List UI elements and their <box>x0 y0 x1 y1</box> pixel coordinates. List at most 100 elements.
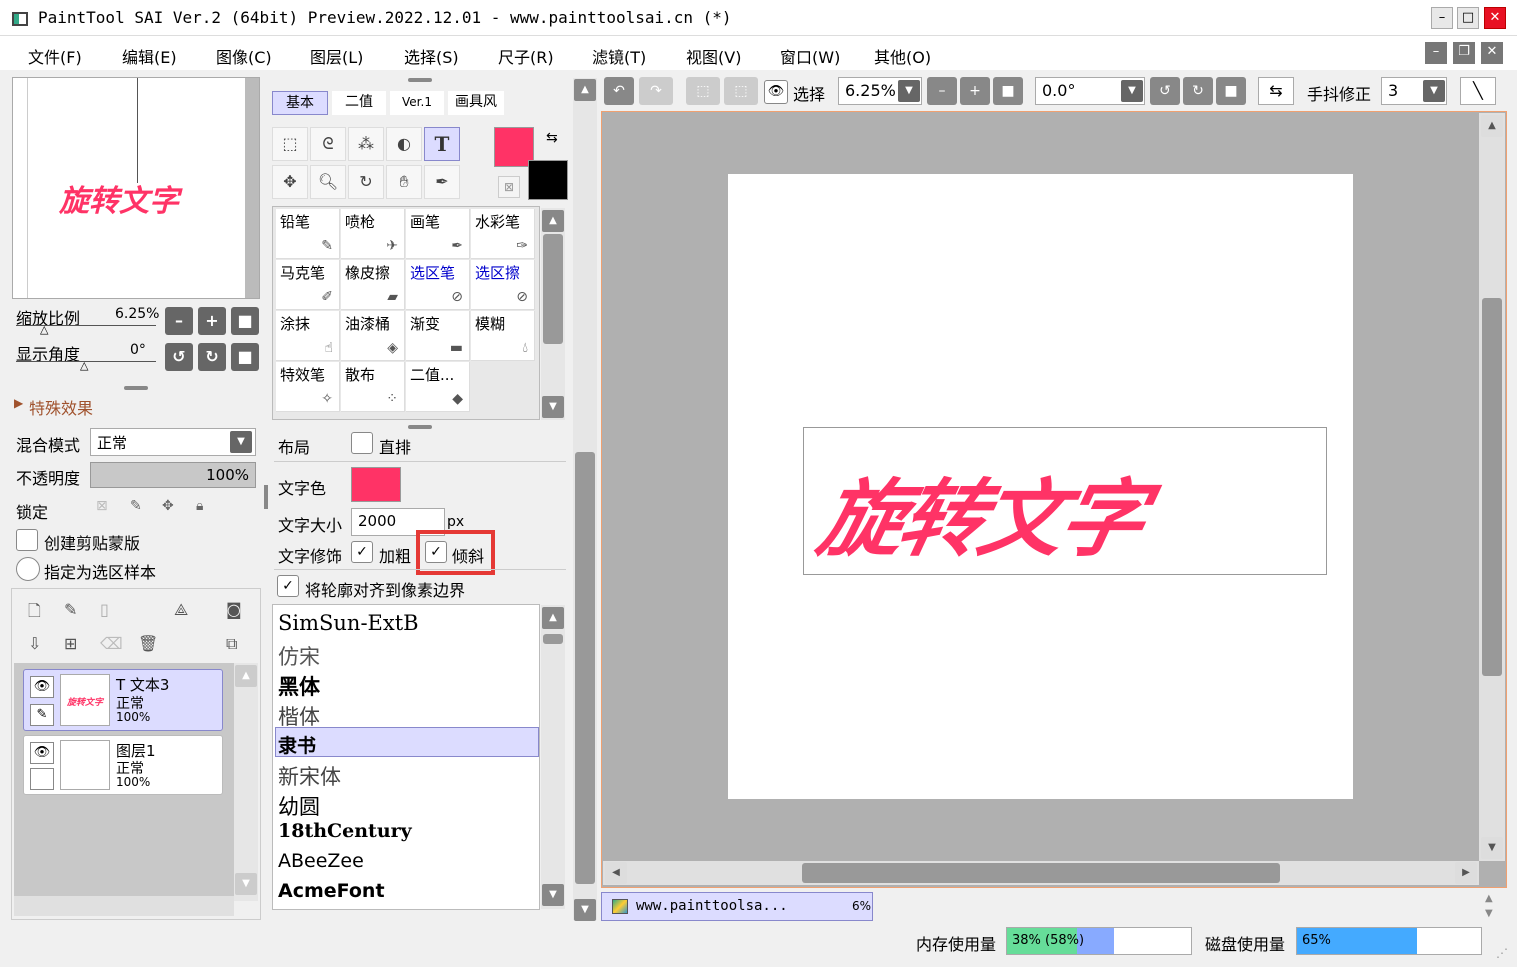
canvas-zoom-out-button[interactable]: – <box>927 77 957 105</box>
delete-layer-icon[interactable]: 🗑︎ <box>138 634 158 653</box>
zoom-out-button[interactable]: – <box>165 307 193 335</box>
canvas-rotate-right-button[interactable]: ↻ <box>1183 77 1213 105</box>
rotate-left-button[interactable]: ↺ <box>165 343 193 371</box>
canvas-zoom-reset-button[interactable]: ■ <box>993 77 1023 105</box>
eye-icon[interactable]: 👁︎ <box>30 742 54 764</box>
scroll-down-icon[interactable]: ▼ <box>235 873 257 895</box>
brush-blur[interactable]: 模糊 💧︎ <box>471 311 535 361</box>
chevron-down-icon[interactable]: ▼ <box>230 431 252 453</box>
zoom-in-button[interactable]: + <box>198 307 226 335</box>
font-scrollbar[interactable] <box>541 605 565 909</box>
menu-other[interactable]: 其他(O) <box>874 44 931 68</box>
panel-splitter[interactable] <box>408 78 432 82</box>
rotate-right-button[interactable]: ↻ <box>198 343 226 371</box>
scroll-thumb[interactable] <box>802 863 1280 883</box>
scroll-left-icon[interactable]: ◀ <box>605 862 627 884</box>
expand-triangle-icon[interactable]: ▶ <box>14 396 23 410</box>
tab-ver1[interactable]: Ver.1 <box>390 91 444 115</box>
panel-resize-handle[interactable] <box>264 485 268 509</box>
clip-mask-checkbox[interactable] <box>16 529 38 551</box>
scroll-up-icon[interactable]: ▲ <box>542 210 564 232</box>
scroll-up-icon[interactable]: ▲ <box>1481 115 1503 137</box>
new-layer-icon[interactable]: 🗋 <box>28 600 41 627</box>
menu-filter[interactable]: 滤镜(T) <box>592 44 646 68</box>
effects-label[interactable]: 特殊效果 <box>29 395 93 419</box>
font-item[interactable]: 幼圆 <box>278 791 320 821</box>
opacity-bar[interactable]: 100% <box>90 462 256 488</box>
brush-bucket[interactable]: 油漆桶 ◈ <box>341 311 405 361</box>
font-item[interactable]: 18thCentury <box>278 820 412 842</box>
resize-grip-icon[interactable]: ⋰ <box>1496 946 1508 960</box>
menu-file[interactable]: 文件(F) <box>28 44 82 68</box>
redo-button[interactable]: ↷ <box>639 77 673 105</box>
transparent-color-icon[interactable]: ⊠ <box>498 176 520 198</box>
close-button[interactable]: ✕ <box>1484 7 1506 29</box>
scroll-thumb[interactable] <box>575 452 595 884</box>
brush-select-eraser[interactable]: 选区擦 ⊘ <box>471 260 535 310</box>
menu-view[interactable]: 视图(V) <box>686 44 741 68</box>
document-tab[interactable]: www.painttoolsa... 6% <box>601 892 873 921</box>
brush-watercolor[interactable]: 水彩笔 ✑ <box>471 209 535 259</box>
font-item[interactable]: 新宋体 <box>278 761 341 791</box>
brush-pencil[interactable]: 铅笔 ✎ <box>276 209 340 259</box>
font-item[interactable]: 隶书 <box>278 731 316 758</box>
scroll-thumb[interactable] <box>1482 298 1502 676</box>
canvas-rotate-left-button[interactable]: ↺ <box>1150 77 1180 105</box>
menu-window[interactable]: 窗口(W) <box>780 44 840 68</box>
minimize-button[interactable]: – <box>1431 7 1453 29</box>
canvas-rotate-reset-button[interactable]: ■ <box>1216 77 1246 105</box>
hand-icon[interactable]: ✋︎ <box>386 165 422 199</box>
scroll-thumb[interactable] <box>543 634 563 644</box>
text-color-swatch[interactable] <box>351 467 401 502</box>
menu-layer[interactable]: 图层(L) <box>310 44 363 68</box>
undo-button[interactable]: ↶ <box>604 77 634 105</box>
menu-select[interactable]: 选择(S) <box>404 44 459 68</box>
font-item[interactable]: SimSun-ExtB <box>278 611 419 635</box>
font-item[interactable]: ABeeZee <box>278 850 364 872</box>
canvas-text[interactable]: 旋转文字 <box>809 452 1155 573</box>
font-item[interactable]: AcmeFont <box>278 880 385 902</box>
selection-sample-radio[interactable] <box>16 557 40 581</box>
doc-close-button[interactable]: ✕ <box>1481 42 1503 64</box>
brush-eraser[interactable]: 橡皮擦 ▰ <box>341 260 405 310</box>
straight-line-icon[interactable]: ╲ <box>1460 77 1496 105</box>
shape-icon[interactable]: ◐ <box>386 127 422 161</box>
tab-scroll-up-icon[interactable]: ▲ <box>1485 893 1493 904</box>
secondary-color-swatch[interactable] <box>528 160 568 200</box>
tab-brush-style[interactable]: 画具风 <box>448 91 504 115</box>
navigator-preview[interactable]: 旋转文字 <box>12 77 260 299</box>
scroll-right-icon[interactable]: ▶ <box>1455 862 1477 884</box>
layer-item-text3[interactable]: 👁︎ ✎ 旋转文字 T 文本3 正常 100% <box>23 669 223 731</box>
text-tool-icon[interactable]: T <box>424 127 460 161</box>
rotate-reset-button[interactable]: ■ <box>231 343 259 371</box>
scroll-down-icon[interactable]: ▼ <box>1481 837 1503 859</box>
vertical-checkbox[interactable] <box>351 432 373 454</box>
lock-all-icon[interactable]: 🔒︎ <box>196 498 203 514</box>
tab-basic[interactable]: 基本 <box>272 91 328 115</box>
layer-effect-icon[interactable]: ⟁ <box>174 600 188 620</box>
move-icon[interactable]: ✥ <box>272 165 308 199</box>
magic-wand-icon[interactable]: ⁂ <box>348 127 384 161</box>
doc-restore-button[interactable]: ❐ <box>1453 42 1475 64</box>
layer-status-box[interactable] <box>30 768 54 790</box>
invert-select-button[interactable]: ⬚ <box>724 77 758 105</box>
scroll-down-icon[interactable]: ▼ <box>542 396 564 418</box>
new-linework-layer-icon[interactable]: ✎ <box>64 600 77 619</box>
font-item[interactable]: 仿宋 <box>278 641 320 671</box>
zoom-slider[interactable] <box>16 325 156 326</box>
lock-alpha-icon[interactable]: ⊠ <box>96 498 108 514</box>
panel-splitter[interactable] <box>408 425 432 429</box>
chevron-down-icon[interactable]: ▼ <box>1121 80 1143 102</box>
rect-select-icon[interactable]: ⬚ <box>272 127 308 161</box>
chevron-down-icon[interactable]: ▼ <box>898 80 920 102</box>
menu-ruler[interactable]: 尺子(R) <box>498 44 554 68</box>
brush-binary-pen[interactable]: 二值... ◆ <box>406 362 470 412</box>
canvas-zoom-in-button[interactable]: + <box>960 77 990 105</box>
brush-effect-pen[interactable]: 特效笔 ✧ <box>276 362 340 412</box>
doc-minimize-button[interactable]: – <box>1425 42 1447 64</box>
brush-smudge[interactable]: 涂抹 ☝ <box>276 311 340 361</box>
merge-down-icon[interactable]: ⊞ <box>64 634 77 653</box>
layer-scrollbar[interactable] <box>234 663 258 901</box>
zoom-reset-button[interactable]: ■ <box>231 307 259 335</box>
eye-icon[interactable]: 👁︎ <box>30 676 54 698</box>
